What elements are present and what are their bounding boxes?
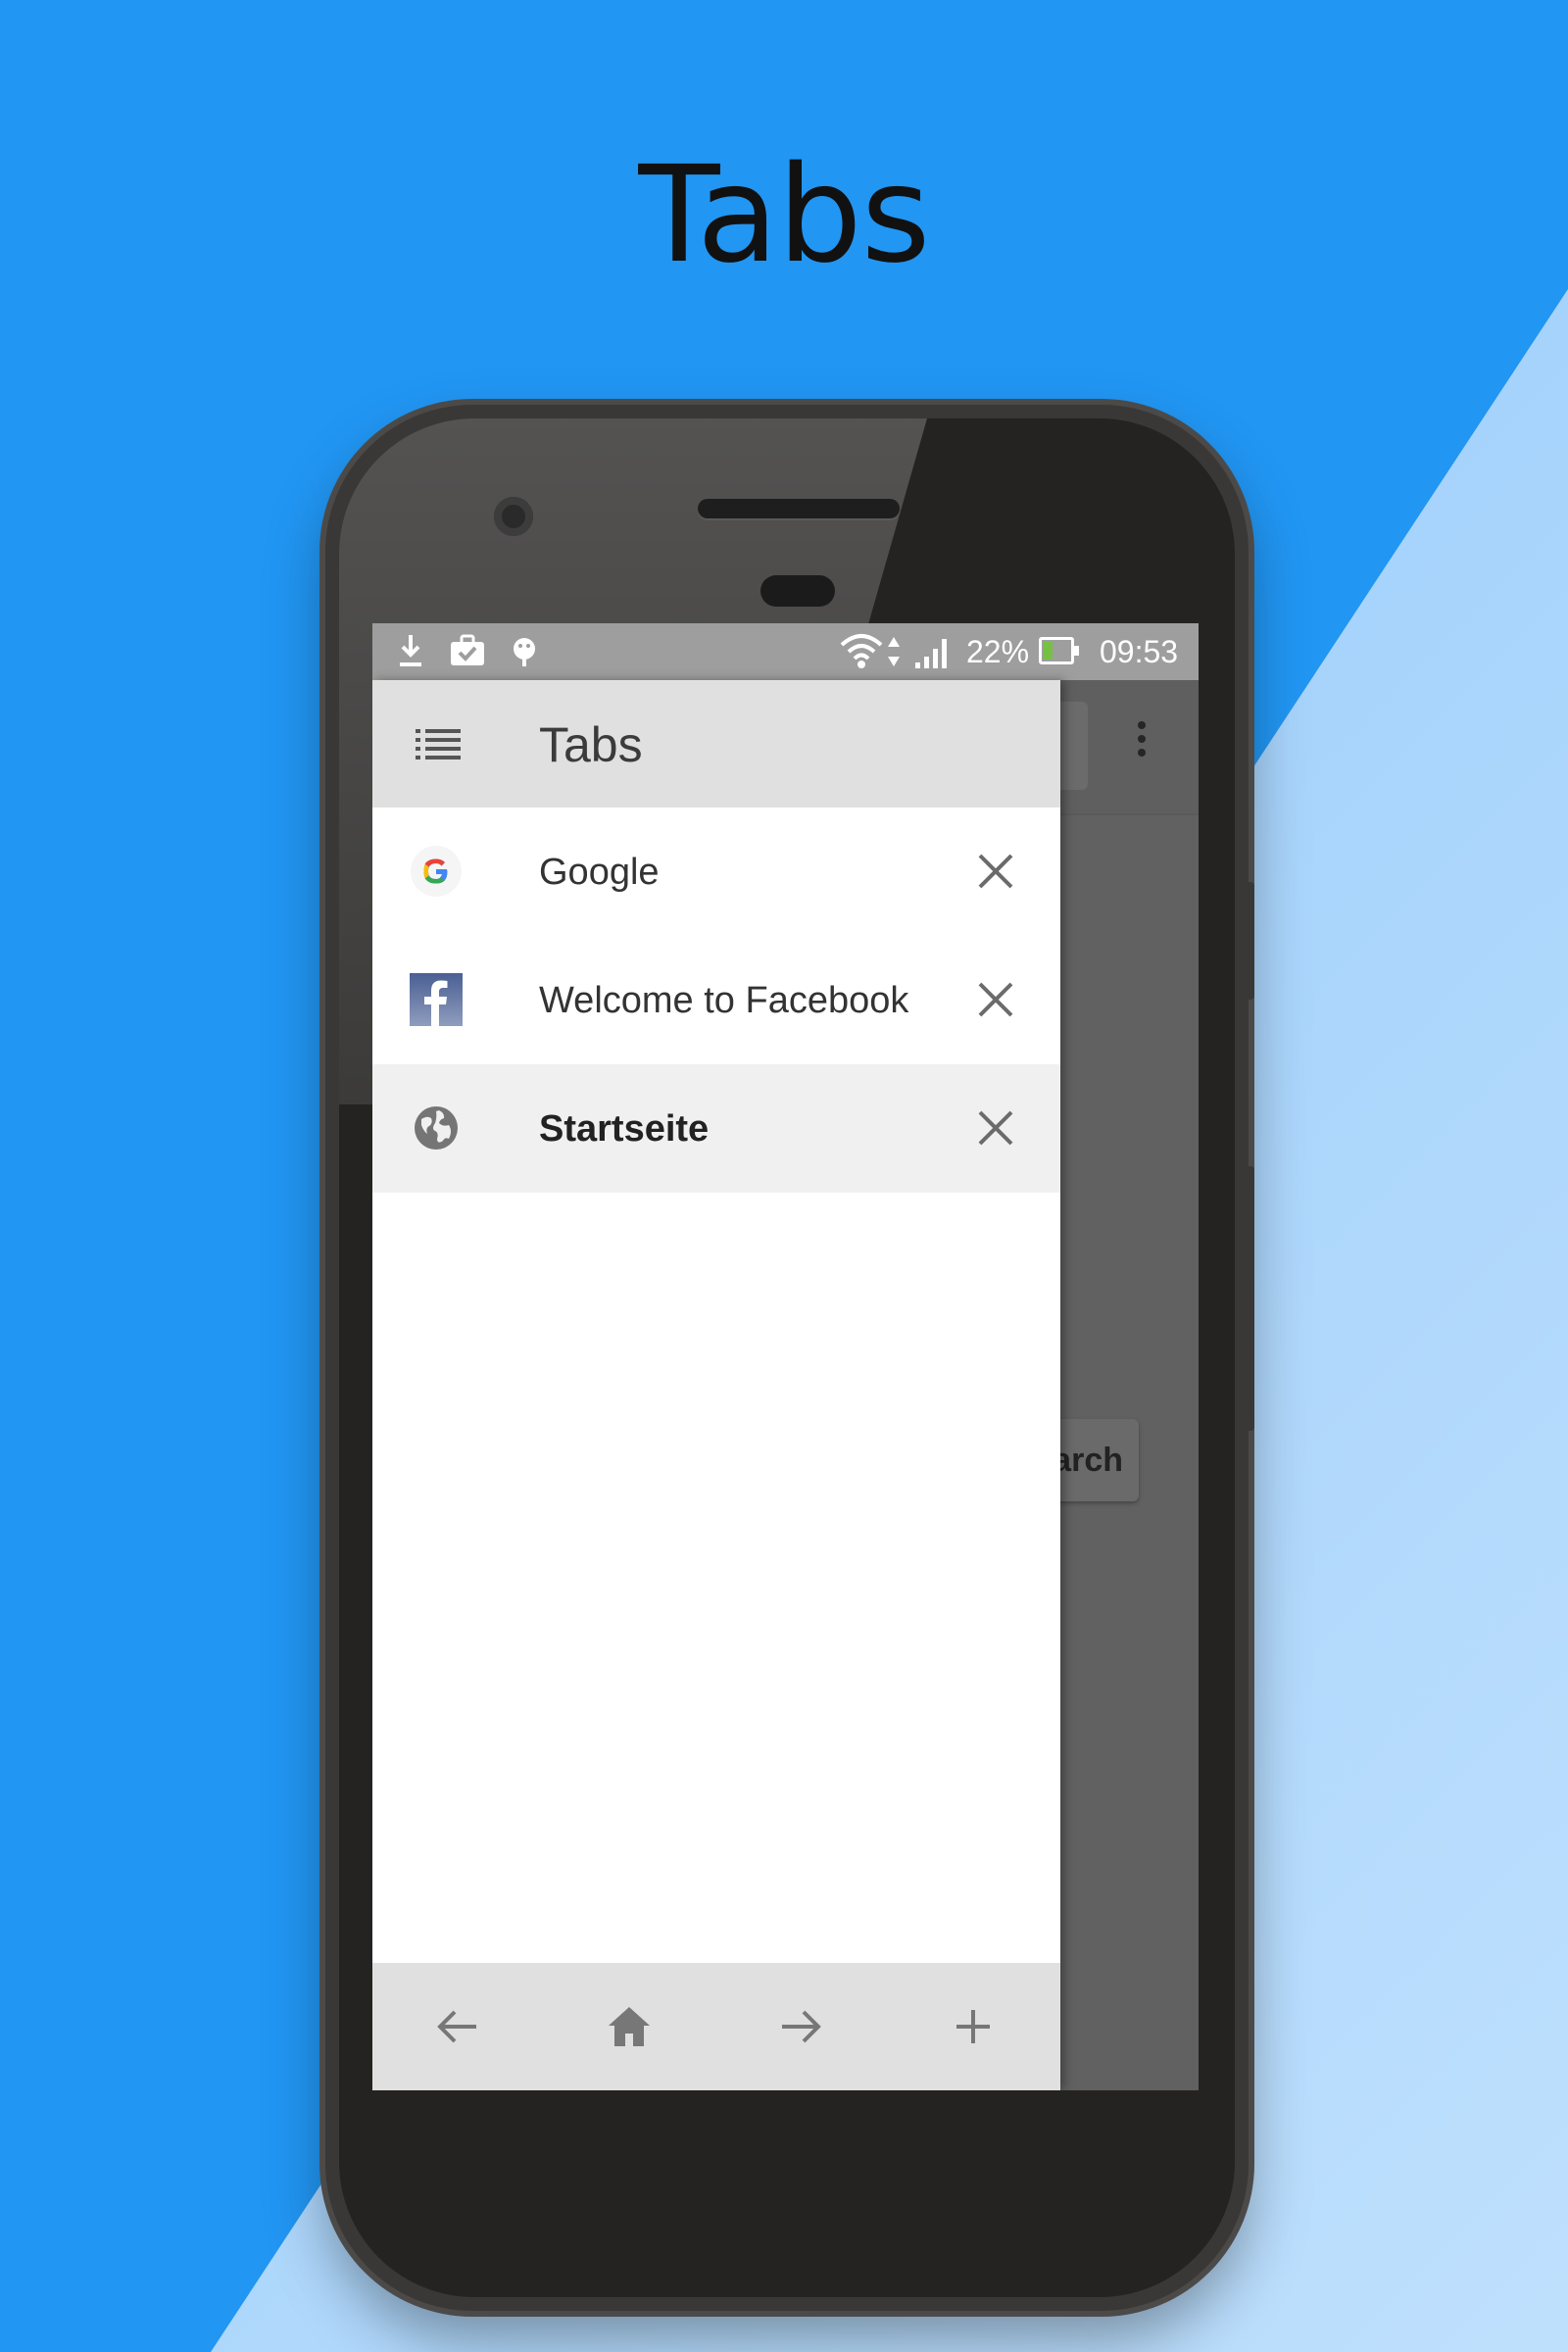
bottom-navigation-bar bbox=[372, 1963, 1060, 2090]
tab-title-facebook: Welcome to Facebook bbox=[539, 980, 909, 1021]
volume-button bbox=[1245, 1166, 1254, 1431]
data-arrows-icon bbox=[888, 637, 900, 666]
earpiece-speaker bbox=[698, 499, 900, 518]
download-icon bbox=[400, 635, 421, 666]
promo-title: Tabs bbox=[638, 138, 930, 293]
tab-list-icon[interactable] bbox=[416, 727, 461, 760]
clock: 09:53 bbox=[1100, 634, 1179, 669]
tab-item-google[interactable]: Google bbox=[372, 808, 1060, 936]
battery-charging-icon bbox=[1039, 637, 1079, 664]
home-icon[interactable] bbox=[605, 2002, 654, 2051]
tab-title-startseite: Startseite bbox=[539, 1108, 710, 1150]
close-tab-icon[interactable] bbox=[974, 978, 1017, 1021]
power-button bbox=[1245, 882, 1254, 1000]
add-tab-icon[interactable] bbox=[949, 2002, 998, 2051]
battery-percent: 22% bbox=[966, 634, 1030, 669]
signal-icon bbox=[915, 639, 947, 668]
tabs-drawer: Tabs Google Welcome to Facebook Startsei… bbox=[372, 680, 1060, 2090]
tab-item-facebook[interactable]: Welcome to Facebook bbox=[372, 936, 1060, 1064]
back-arrow-icon[interactable] bbox=[433, 2002, 482, 2051]
overflow-menu-icon[interactable] bbox=[1127, 721, 1156, 770]
drawer-header: Tabs bbox=[372, 680, 1060, 808]
tab-item-startseite[interactable]: Startseite bbox=[372, 1064, 1060, 1193]
drawer-title: Tabs bbox=[539, 717, 643, 772]
android-debug-icon bbox=[514, 638, 535, 666]
globe-icon bbox=[415, 1106, 458, 1150]
forward-arrow-icon[interactable] bbox=[776, 2002, 825, 2051]
phone-screen: earch 22% 09:53 Tabs Google Welcome to F… bbox=[372, 623, 1199, 2090]
close-tab-icon[interactable] bbox=[974, 1106, 1017, 1150]
close-tab-icon[interactable] bbox=[974, 850, 1017, 893]
tab-title-google: Google bbox=[539, 852, 660, 893]
front-camera bbox=[494, 497, 533, 536]
facebook-favicon bbox=[410, 973, 463, 1026]
briefcase-check-icon bbox=[451, 634, 484, 665]
wifi-icon bbox=[840, 634, 883, 668]
google-favicon bbox=[411, 846, 462, 897]
proximity-sensor bbox=[760, 575, 835, 607]
status-bar: 22% 09:53 bbox=[372, 623, 1199, 680]
